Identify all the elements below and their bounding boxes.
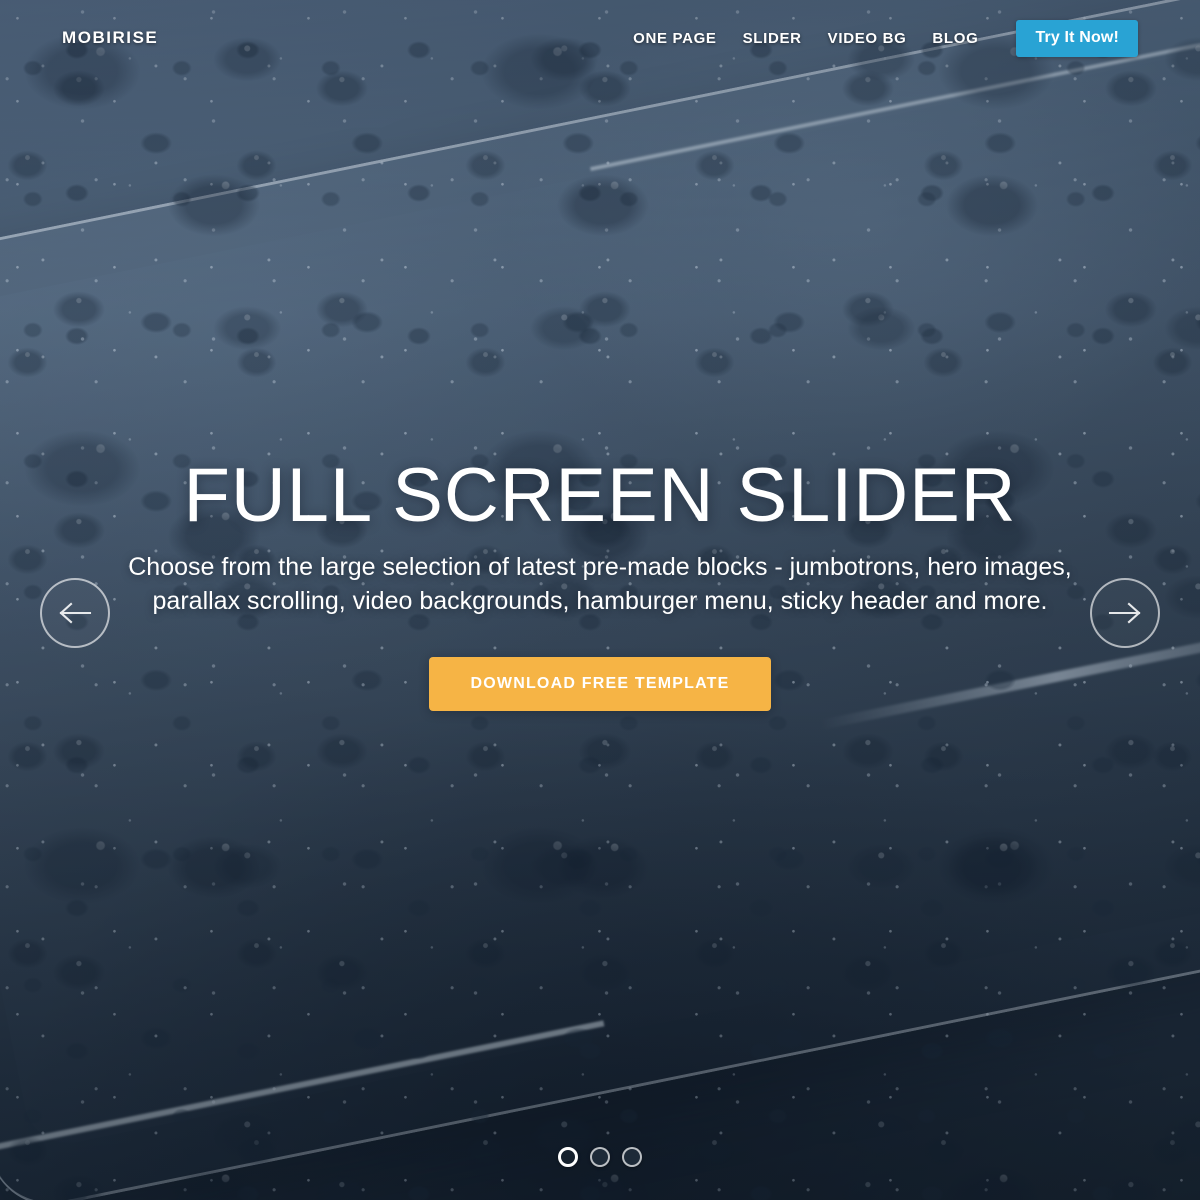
- nav-link-video-bg[interactable]: VIDEO BG: [828, 30, 907, 47]
- arrow-right-icon: [1108, 599, 1142, 627]
- carousel-next-button[interactable]: [1090, 578, 1160, 648]
- nav-link-slider[interactable]: SLIDER: [743, 30, 802, 47]
- nav-link-one-page[interactable]: ONE PAGE: [633, 30, 716, 47]
- try-it-now-button[interactable]: Try It Now!: [1016, 19, 1138, 57]
- carousel-indicator-3[interactable]: [622, 1147, 642, 1167]
- full-screen-slider: MOBIRISE ONE PAGE SLIDER VIDEO BG BLOG T…: [0, 0, 1200, 1200]
- carousel-indicators: [0, 1147, 1200, 1167]
- hero-content: FULL SCREEN SLIDER Choose from the large…: [0, 0, 1200, 1184]
- arrow-left-icon: [58, 599, 92, 627]
- carousel-indicator-2[interactable]: [590, 1147, 610, 1167]
- hero-subtitle: Choose from the large selection of lates…: [128, 552, 1072, 616]
- navbar: MOBIRISE ONE PAGE SLIDER VIDEO BG BLOG T…: [0, 0, 1200, 76]
- nav-link-blog[interactable]: BLOG: [932, 30, 978, 47]
- download-free-template-button[interactable]: DOWNLOAD FREE TEMPLATE: [428, 656, 772, 711]
- brand-logo[interactable]: MOBIRISE: [62, 28, 158, 48]
- carousel-prev-button[interactable]: [40, 578, 110, 648]
- page-title: FULL SCREEN SLIDER: [183, 453, 1017, 539]
- carousel-indicator-1[interactable]: [558, 1147, 578, 1167]
- nav-menu: ONE PAGE SLIDER VIDEO BG BLOG Try It Now…: [633, 19, 1138, 57]
